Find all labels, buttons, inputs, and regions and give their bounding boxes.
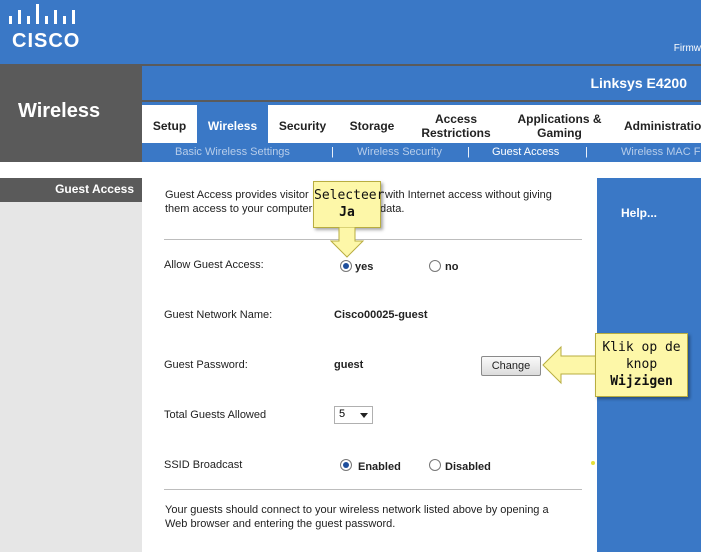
- tab-setup[interactable]: Setup: [142, 105, 197, 146]
- tab-wireless[interactable]: Wireless: [197, 105, 268, 146]
- callout-select-yes: Selecteer Ja: [313, 181, 385, 228]
- guest-network-name-label: Guest Network Name:: [164, 309, 273, 321]
- footer-text-line1: Your guests should connect to your wirel…: [165, 504, 549, 516]
- left-column: [0, 202, 142, 552]
- allow-no-label: no: [445, 261, 459, 273]
- subnav-wireless-mac-filter[interactable]: Wireless MAC F: [621, 146, 700, 158]
- tab-security[interactable]: Security: [268, 105, 337, 146]
- intro-text-line2b: data.: [380, 203, 405, 215]
- ssid-broadcast-label: SSID Broadcast: [164, 459, 243, 471]
- subnav-separator: |: [585, 146, 588, 158]
- tab-applications-gaming[interactable]: Applications & Gaming: [505, 105, 614, 146]
- product-bar: Linksys E4200: [142, 66, 701, 100]
- subnav-separator: |: [467, 146, 470, 158]
- callout-change-line3: Wijzigen: [610, 374, 673, 389]
- main-tabs: Setup Wireless Security Storage Access R…: [142, 102, 701, 146]
- subnav-basic-wireless-settings[interactable]: Basic Wireless Settings: [175, 146, 290, 158]
- help-link[interactable]: Help...: [621, 206, 657, 220]
- allow-yes-radio[interactable]: [340, 260, 352, 272]
- total-guests-value: 5: [339, 408, 346, 420]
- allow-guest-access-label: Allow Guest Access:: [164, 259, 264, 271]
- total-guests-select[interactable]: 5: [334, 406, 373, 424]
- divider: [164, 239, 582, 240]
- footer-text-line2: Web browser and entering the guest passw…: [165, 518, 396, 530]
- guest-network-name-value: Cisco00025-guest: [334, 309, 428, 321]
- guest-password-label: Guest Password:: [164, 359, 248, 371]
- chevron-down-icon: [360, 413, 368, 418]
- callout-change-line2: knop: [625, 357, 658, 372]
- change-password-button[interactable]: Change: [481, 356, 541, 376]
- callout-select-line2: Ja: [339, 205, 355, 220]
- callout-change-button: Klik op de knop Wijzigen: [595, 333, 688, 397]
- allow-yes-label: yes: [355, 261, 374, 273]
- product-name: Linksys E4200: [590, 75, 687, 91]
- intro-text-line1b: with Internet access without giving: [385, 189, 552, 201]
- callout-change-line1: Klik op de: [602, 340, 681, 355]
- subnav-wireless-security[interactable]: Wireless Security: [357, 146, 442, 158]
- divider: [164, 489, 582, 490]
- ssid-enabled-label: Enabled: [358, 461, 401, 473]
- marker-dot: [591, 461, 595, 465]
- subnav-guest-access[interactable]: Guest Access: [492, 146, 559, 158]
- sub-navigation: Basic Wireless Settings | Wireless Secur…: [142, 143, 701, 162]
- logo-text: CISCO: [12, 30, 81, 52]
- firmware-label: Firmw: [673, 43, 701, 54]
- section-title: Wireless: [18, 100, 101, 122]
- ssid-disabled-radio[interactable]: [429, 459, 441, 471]
- ssid-disabled-label: Disabled: [445, 461, 491, 473]
- callout-select-arrow-icon: [330, 227, 365, 258]
- cisco-bars-icon: [9, 4, 75, 24]
- total-guests-label: Total Guests Allowed: [164, 409, 267, 421]
- allow-no-radio[interactable]: [429, 260, 441, 272]
- left-section-bar: Guest Access: [0, 178, 142, 202]
- callout-change-arrow-icon: [542, 345, 599, 385]
- top-brand-bar: [0, 0, 701, 64]
- tab-administration[interactable]: Administration: [614, 105, 701, 146]
- cisco-logo: CISCO: [8, 4, 88, 54]
- ssid-enabled-radio[interactable]: [340, 459, 352, 471]
- tab-access-restrictions[interactable]: Access Restrictions: [407, 105, 505, 146]
- subnav-separator: |: [331, 146, 334, 158]
- intro-text-line1a: Guest Access provides visitor: [165, 189, 309, 201]
- left-section-label: Guest Access: [55, 182, 134, 196]
- tab-storage[interactable]: Storage: [337, 105, 407, 146]
- callout-select-line1: Selecteer: [314, 188, 385, 203]
- intro-text-line2a: them access to your computer: [165, 203, 313, 215]
- guest-password-value: guest: [334, 359, 364, 371]
